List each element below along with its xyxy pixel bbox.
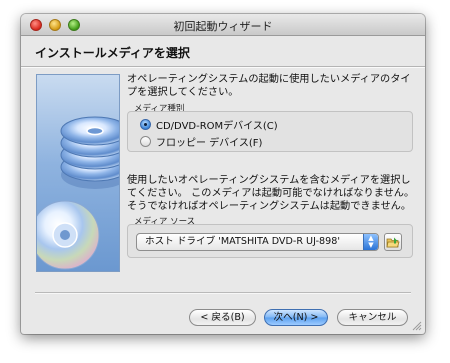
description-text: 使用したいオペレーティングシステムを含むメディアを選択してください。 このメディ…: [127, 175, 415, 212]
intro-text: オペレーティングシステムの起動に使用したいメディアのタイプを選択してください。: [127, 74, 411, 98]
window-title: 初回起動ウィザード: [173, 20, 273, 33]
page-title: インストールメディアを選択: [35, 46, 190, 60]
radio-cd-dvd[interactable]: CD/DVD-ROMデバイス(C): [140, 117, 278, 132]
radio-selected-icon[interactable]: [140, 119, 151, 130]
radio-cd-dvd-label[interactable]: CD/DVD-ROMデバイス(C): [156, 117, 278, 132]
cd-disc-stack-icon: [36, 74, 120, 272]
cd-disc-stack-graphic: [37, 116, 119, 270]
media-type-group: CD/DVD-ROMデバイス(C) フロッピー デバイス(F): [127, 111, 413, 152]
cancel-button[interactable]: キャンセル: [337, 309, 408, 326]
media-source-value[interactable]: ホスト ドライブ 'MATSHITA DVD-R UJ-898': [145, 236, 340, 247]
next-button[interactable]: 次へ(N) >: [264, 309, 328, 326]
title-bar[interactable]: 初回起動ウィザード: [21, 14, 425, 36]
radio-floppy[interactable]: フロッピー デバイス(F): [140, 134, 262, 149]
back-button[interactable]: < 戻る(B): [189, 309, 256, 326]
header-divider: [21, 66, 425, 68]
resize-grip-icon[interactable]: [412, 321, 422, 331]
wizard-window: 初回起動ウィザード インストールメディアを選択 オペレーティングシステムの起動に…: [21, 14, 425, 334]
media-source-select[interactable]: ホスト ドライブ 'MATSHITA DVD-R UJ-898' ▲ ▼: [136, 233, 379, 251]
chevron-up-down-icon[interactable]: ▲ ▼: [363, 234, 378, 250]
radio-unselected-icon[interactable]: [140, 136, 151, 147]
select-source-button[interactable]: [384, 233, 402, 251]
folder-open-icon[interactable]: [385, 234, 401, 250]
radio-floppy-label[interactable]: フロッピー デバイス(F): [156, 134, 262, 149]
footer-divider: [35, 292, 411, 294]
